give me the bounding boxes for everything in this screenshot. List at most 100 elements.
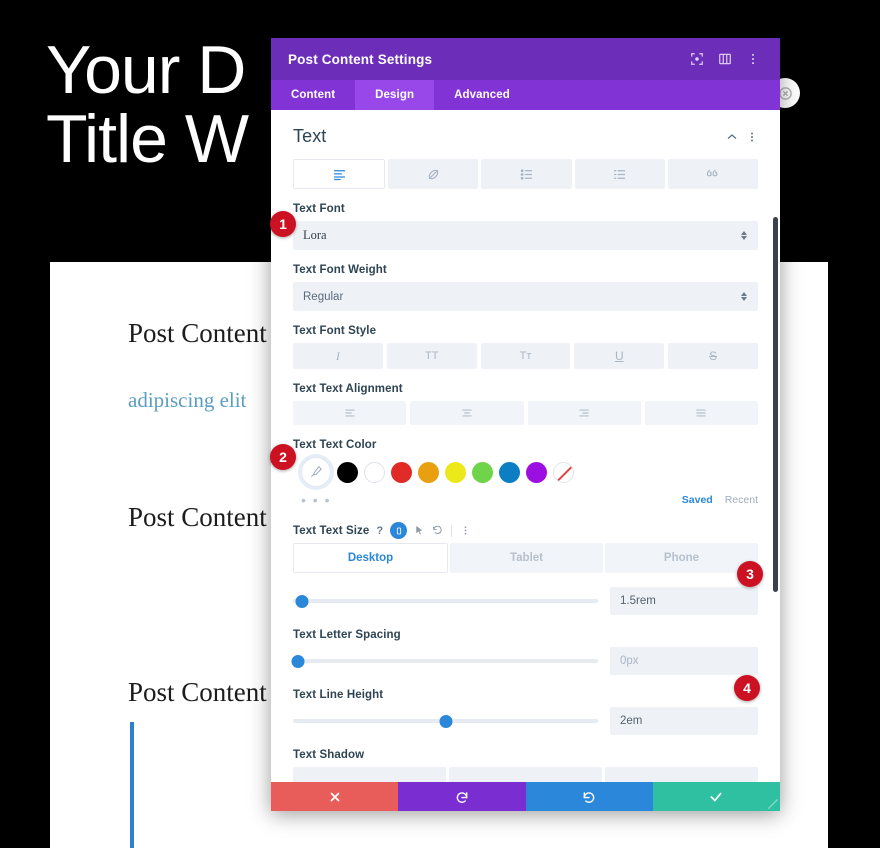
type-tab-text-icon[interactable] [293,159,386,189]
swatch-none[interactable] [553,461,574,483]
text-letter-spacing-field: Text Letter Spacing 0px [271,629,780,675]
chevron-up-icon[interactable] [722,131,742,143]
modal-title: Post Content Settings [288,51,433,67]
device-tab-phone[interactable]: Phone [605,543,758,573]
type-tab-ordered-list-icon[interactable] [574,159,665,189]
section-title: Text [293,126,327,146]
resize-grip-icon[interactable] [766,797,779,810]
post-content-link[interactable]: adipiscing elit [128,388,246,413]
swatch-purple[interactable] [526,461,547,483]
align-right-icon[interactable] [527,401,641,425]
text-font-label: Text Font [293,203,345,215]
post-content-settings-modal: Post Content Settings Content Design Adv… [271,38,780,811]
section-more-vertical-icon[interactable] [742,131,762,143]
device-tab-desktop[interactable]: Desktop [293,543,448,573]
modal-header: Post Content Settings [271,38,780,80]
color-swatch-row [293,457,758,487]
layout-split-icon[interactable] [712,46,738,72]
responsive-icon[interactable] [390,522,408,539]
style-italic-button[interactable]: I [293,343,383,369]
tab-advanced[interactable]: Advanced [434,80,530,110]
text-shadow-label: Text Shadow [293,749,365,761]
annotation-badge-3: 3 [737,561,763,587]
modal-tabs: Content Design Advanced [271,80,780,110]
text-font-weight-select[interactable]: Regular [293,282,758,311]
text-section-header: Text [271,110,780,159]
color-more-button[interactable]: • • • [301,492,682,508]
text-font-weight-label: Text Font Weight [293,264,387,276]
text-type-tabs [271,159,780,189]
line-height-slider-knob[interactable] [439,714,452,728]
text-color-field: Text Text Color • • • Saved Recent [271,439,780,508]
text-font-field: Text Font Lora [271,203,780,250]
text-alignment-field: Text Text Alignment [271,383,780,425]
redo-button[interactable] [525,782,653,811]
swatch-yellow[interactable] [445,461,466,483]
more-vertical-icon[interactable] [740,46,766,72]
device-tabs: Desktop Tablet Phone [293,543,758,573]
cursor-icon[interactable] [414,525,425,536]
text-font-style-field: Text Font Style I TT Tт U S [271,325,780,369]
letter-spacing-slider-knob[interactable] [291,654,305,668]
tab-content[interactable]: Content [271,80,355,110]
save-button[interactable] [652,782,780,811]
text-font-weight-field: Text Font Weight Regular [271,264,780,311]
hero-title-line-1: Your D [46,32,246,108]
swatch-black[interactable] [337,461,358,483]
modal-body: Text Text Font Lora Text Font Weight Reg… [271,110,780,811]
style-smallcaps-button[interactable]: Tт [480,343,571,369]
annotation-badge-4: 4 [734,675,760,701]
swatch-blue[interactable] [499,461,520,483]
letter-spacing-input[interactable]: 0px [610,647,758,675]
modal-scrollbar[interactable] [773,217,778,592]
style-uppercase-button[interactable]: TT [386,343,477,369]
line-height-value: 2em [620,715,643,727]
eyedropper-icon[interactable] [301,457,331,487]
text-line-height-label: Text Line Height [293,689,384,701]
text-alignment-label: Text Text Alignment [293,383,403,395]
device-tab-tablet[interactable]: Tablet [450,543,603,573]
swatch-green[interactable] [472,461,493,483]
text-font-select[interactable]: Lora [293,221,758,250]
text-size-label: Text Text Size [293,524,370,537]
text-letter-spacing-label: Text Letter Spacing [293,629,401,641]
text-font-value: Lora [303,228,327,242]
line-height-input[interactable]: 2em [610,707,758,735]
align-center-icon[interactable] [410,401,524,425]
type-tab-quote-icon[interactable] [667,159,759,189]
swatch-white[interactable] [364,461,385,483]
cancel-button[interactable] [271,782,399,811]
modal-footer [271,782,780,811]
text-size-input[interactable]: 1.5rem [610,587,758,615]
recent-colors-link[interactable]: Recent [725,494,758,506]
text-size-slider[interactable] [293,591,598,611]
saved-colors-link[interactable]: Saved [682,494,713,506]
screenshot-root: Your D Title W Post Content adipiscing e… [0,0,880,848]
undo-button[interactable] [398,782,526,811]
blockquote-bar [130,722,134,848]
text-line-height-field: Text Line Height 2em [271,689,780,735]
hero-title-line-2: Title W [46,101,249,178]
swatch-red[interactable] [391,461,412,483]
text-size-field: Text Text Size ? Desktop Tablet Phone 1.… [271,522,780,615]
type-tab-unordered-list-icon[interactable] [481,159,572,189]
letter-spacing-slider[interactable] [291,651,598,671]
reset-icon[interactable] [432,525,443,536]
text-size-slider-knob[interactable] [295,594,309,608]
annotation-badge-1: 1 [270,211,296,237]
swatch-orange[interactable] [418,461,439,483]
help-icon[interactable]: ? [376,525,383,537]
chevron-updown-icon [739,292,748,301]
style-underline-button[interactable]: U [574,343,665,369]
style-strikethrough-button[interactable]: S [668,343,758,369]
chevron-updown-icon [739,231,748,240]
annotation-badge-2: 2 [270,444,296,470]
type-tab-link-icon[interactable] [388,159,479,189]
letter-spacing-value: 0px [620,655,639,667]
line-height-slider[interactable] [293,711,598,731]
align-justify-icon[interactable] [644,401,758,425]
align-left-icon[interactable] [293,401,407,425]
size-more-vertical-icon[interactable] [460,525,471,536]
tab-design[interactable]: Design [355,80,435,110]
focus-icon[interactable] [684,46,710,72]
